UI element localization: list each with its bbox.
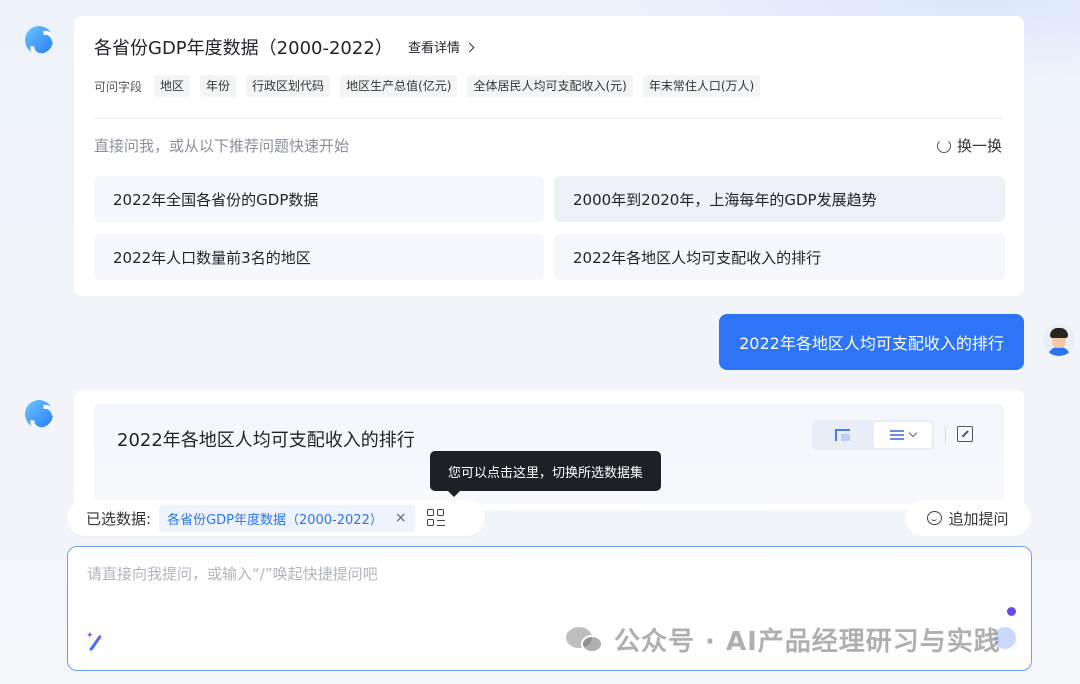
follow-up-label: 追加提问 bbox=[948, 509, 1009, 528]
list-icon bbox=[890, 430, 904, 440]
field-tag: 全体居民人均可支配收入(元) bbox=[467, 75, 633, 97]
field-tag: 行政区划代码 bbox=[246, 75, 331, 97]
view-toggle bbox=[812, 420, 934, 450]
assistant-avatar-icon bbox=[25, 400, 53, 428]
divider bbox=[94, 118, 1004, 119]
switch-dataset-tooltip: 您可以点击这里，切换所选数据集 bbox=[430, 451, 661, 497]
watermark-text: 公众号 · AI产品经理研习与实践 bbox=[614, 627, 1001, 657]
chevron-down-icon bbox=[908, 428, 918, 438]
selected-dataset-tag: 各省份GDP年度数据（2000-2022） × bbox=[159, 504, 415, 532]
status-dot bbox=[1007, 607, 1016, 616]
user-message-bubble: 2022年各地区人均可支配收入的排行 bbox=[719, 314, 1024, 370]
answer-title: 2022年各地区人均可支配收入的排行 bbox=[117, 430, 415, 451]
selected-data-label: 已选数据: bbox=[86, 509, 152, 528]
view-details-link[interactable]: 查看详情 bbox=[408, 37, 475, 56]
refresh-label: 换一换 bbox=[956, 137, 1002, 155]
chart-view-button[interactable] bbox=[812, 420, 872, 450]
close-icon[interactable]: × bbox=[395, 510, 407, 526]
field-tag: 年末常住人口(万人) bbox=[642, 75, 761, 97]
suggested-question-4[interactable]: 2022年各地区人均可支配收入的排行 bbox=[554, 234, 1005, 280]
selected-dataset-bar: 已选数据: 各省份GDP年度数据（2000-2022） × bbox=[67, 500, 485, 536]
dataset-card: 各省份GDP年度数据（2000-2022） 查看详情 可问字段 地区 年份 行政… bbox=[74, 16, 1024, 296]
switch-dataset-icon[interactable] bbox=[426, 509, 445, 527]
fields-label: 可问字段 bbox=[94, 79, 143, 94]
field-tag: 地区 bbox=[154, 75, 191, 97]
field-tag: 地区生产总值(亿元) bbox=[340, 75, 458, 97]
refresh-button[interactable]: 换一换 bbox=[936, 135, 1002, 156]
view-details-label: 查看详情 bbox=[408, 41, 461, 56]
dataset-title: 各省份GDP年度数据（2000-2022） bbox=[94, 38, 393, 59]
wechat-logo-icon bbox=[566, 625, 606, 655]
watermark: 公众号 · AI产品经理研习与实践 bbox=[566, 621, 1001, 658]
refresh-icon bbox=[936, 138, 951, 153]
chat-icon bbox=[927, 511, 943, 525]
magic-wand-icon[interactable]: ✦ bbox=[86, 632, 106, 652]
expand-icon[interactable] bbox=[957, 426, 973, 442]
chart-icon bbox=[834, 429, 850, 441]
chat-input[interactable] bbox=[87, 563, 987, 613]
field-tag: 年份 bbox=[200, 75, 237, 97]
ask-hint-text: 直接问我，或从以下推荐问题快速开始 bbox=[94, 137, 350, 155]
selected-dataset-name: 各省份GDP年度数据（2000-2022） bbox=[167, 512, 383, 528]
answer-card: 2022年各地区人均可支配收入的排行 bbox=[74, 390, 1024, 510]
follow-up-button[interactable]: 追加提问 bbox=[905, 500, 1031, 536]
field-list: 可问字段 地区 年份 行政区划代码 地区生产总值(亿元) 全体居民人均可支配收入… bbox=[94, 75, 761, 97]
chevron-right-icon bbox=[464, 42, 475, 53]
list-view-dropdown[interactable] bbox=[874, 422, 932, 448]
user-avatar bbox=[1043, 324, 1075, 356]
toolbar-divider bbox=[945, 426, 946, 444]
assistant-avatar-icon bbox=[25, 26, 53, 54]
suggested-question-1[interactable]: 2022年全国各省份的GDP数据 bbox=[94, 176, 544, 222]
suggested-question-3[interactable]: 2022年人口数量前3名的地区 bbox=[94, 234, 544, 280]
suggested-question-2[interactable]: 2000年到2020年，上海每年的GDP发展趋势 bbox=[554, 176, 1005, 222]
